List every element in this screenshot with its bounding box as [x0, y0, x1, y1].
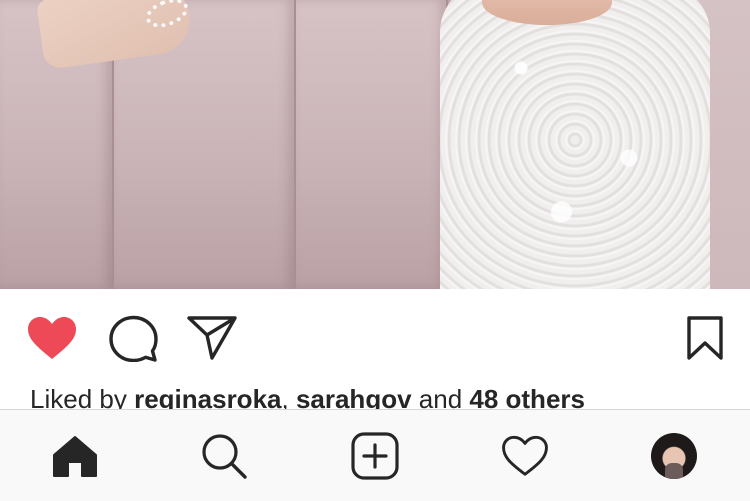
like-button[interactable]	[24, 313, 80, 363]
tab-activity[interactable]	[499, 430, 551, 482]
home-icon	[53, 436, 97, 477]
tab-search[interactable]	[198, 430, 250, 482]
tab-home[interactable]	[49, 430, 101, 482]
tab-create[interactable]	[349, 430, 401, 482]
bottom-tab-bar	[0, 409, 750, 501]
post-action-bar	[0, 289, 750, 384]
post-photo[interactable]	[0, 0, 750, 289]
tab-profile[interactable]	[648, 430, 700, 482]
paper-plane-icon	[187, 316, 237, 360]
heart-filled-icon	[28, 317, 76, 359]
comment-bubble-icon	[109, 315, 158, 362]
bookmark-icon	[687, 316, 723, 360]
comment-button[interactable]	[106, 313, 160, 363]
profile-avatar	[651, 433, 697, 479]
share-button[interactable]	[184, 313, 240, 363]
headboard-panel	[296, 0, 448, 289]
photo-lace-dress	[440, 0, 710, 289]
heart-outline-icon	[502, 435, 548, 476]
plus-square-icon	[351, 432, 399, 480]
search-icon	[202, 434, 247, 479]
save-button[interactable]	[682, 313, 728, 363]
